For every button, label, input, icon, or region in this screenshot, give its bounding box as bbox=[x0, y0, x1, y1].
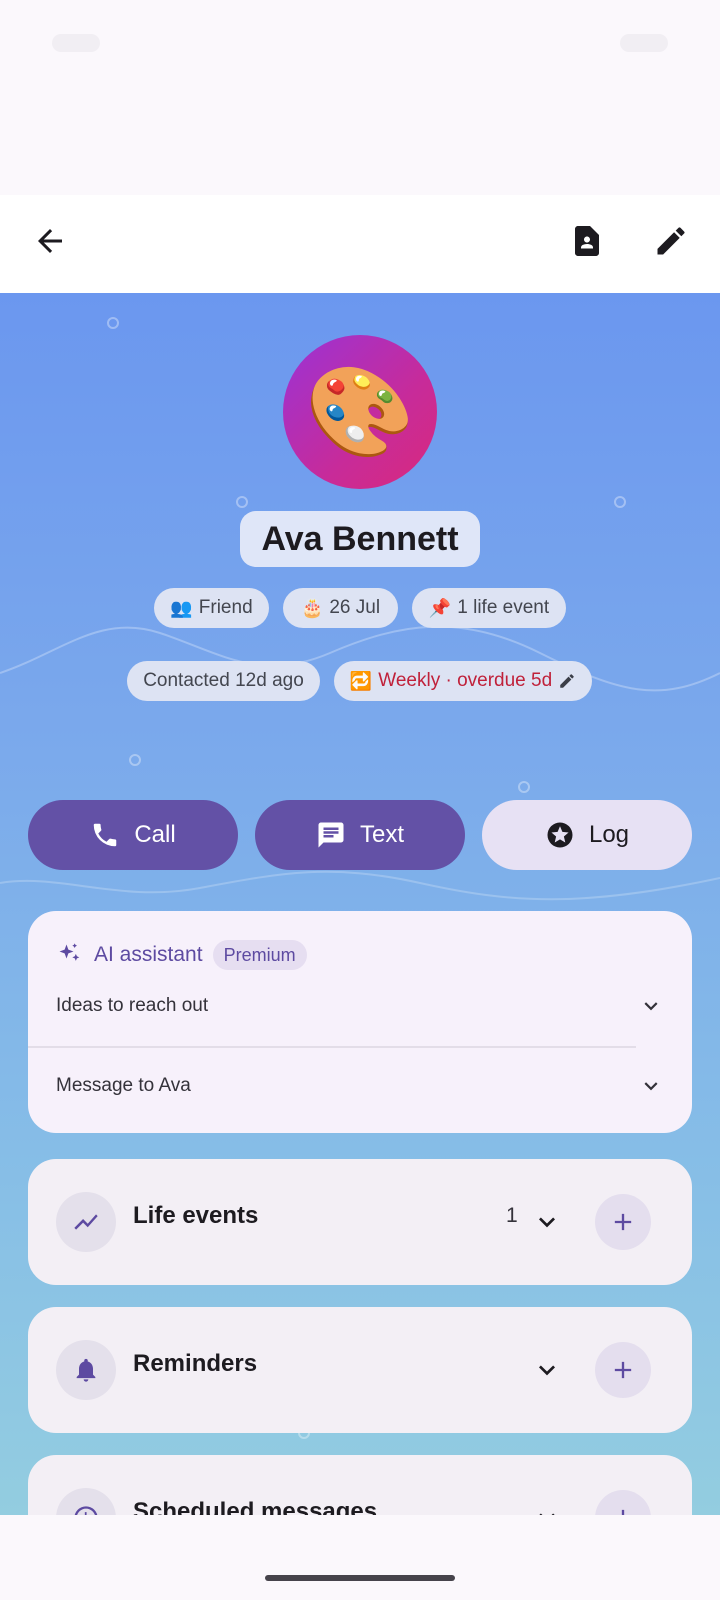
decor-dot bbox=[107, 317, 119, 329]
text-button[interactable]: Text bbox=[255, 800, 465, 870]
pushpin-icon: 📌 bbox=[428, 597, 452, 618]
gesture-handle[interactable] bbox=[265, 1575, 455, 1581]
arrow-back-icon bbox=[38, 229, 62, 253]
scheduled-messages-title: Scheduled messages bbox=[133, 1498, 378, 1515]
life-events-icon-badge bbox=[56, 1192, 116, 1252]
chevron-down-icon bbox=[539, 1365, 555, 1376]
tag-chip-life-events[interactable]: 📌 1 life event bbox=[412, 588, 566, 628]
log-button[interactable]: Log bbox=[482, 800, 692, 870]
scheduled-messages-card[interactable]: Scheduled messages bbox=[28, 1455, 692, 1515]
add-life-event-button[interactable] bbox=[595, 1194, 651, 1250]
palette-avatar-icon: 🎨 bbox=[305, 362, 415, 461]
tag-chip-relationship[interactable]: 👥 Friend bbox=[154, 588, 269, 628]
reminders-card[interactable]: Reminders bbox=[28, 1307, 692, 1433]
status-icons-placeholder bbox=[620, 34, 668, 52]
decor-dot bbox=[614, 496, 626, 508]
ai-assistant-card: AI assistant Premium Ideas to reach out … bbox=[28, 911, 692, 1133]
call-label: Call bbox=[134, 821, 176, 848]
tag-label: 26 Jul bbox=[329, 597, 381, 618]
premium-badge: Premium bbox=[212, 940, 307, 970]
ai-row-message[interactable]: Message to Ava bbox=[56, 1066, 664, 1106]
message-icon bbox=[318, 822, 344, 848]
phone-icon bbox=[94, 823, 117, 847]
call-button[interactable]: Call bbox=[28, 800, 238, 870]
reminders-expand[interactable] bbox=[528, 1351, 566, 1389]
life-events-count: 1 bbox=[506, 1204, 518, 1227]
trending-up-icon bbox=[74, 1214, 98, 1230]
edit-pencil-icon bbox=[657, 227, 685, 255]
ai-assistant-header: AI assistant Premium bbox=[56, 939, 307, 971]
plus-icon bbox=[614, 1213, 632, 1231]
life-events-expand[interactable] bbox=[528, 1203, 566, 1241]
cadence-label: Weekly · overdue 5d bbox=[378, 670, 553, 691]
avatar[interactable]: 🎨 bbox=[283, 335, 437, 489]
contact-card-icon bbox=[575, 226, 599, 256]
chevron-down-icon bbox=[539, 1217, 555, 1228]
reminders-title: Reminders bbox=[133, 1350, 258, 1377]
status-bar bbox=[0, 0, 720, 90]
decor-dot bbox=[518, 781, 530, 793]
tag-label: Friend bbox=[198, 597, 253, 618]
ai-row-label: Message to Ava bbox=[56, 1075, 191, 1096]
add-scheduled-message-button[interactable] bbox=[595, 1490, 651, 1515]
ai-row-ideas[interactable]: Ideas to reach out bbox=[56, 986, 664, 1026]
plus-icon bbox=[614, 1361, 632, 1379]
system-navigation-bar bbox=[0, 1515, 720, 1600]
top-app-bar bbox=[0, 195, 720, 295]
chevron-down-icon bbox=[644, 1082, 658, 1091]
scheduled-messages-expand[interactable] bbox=[528, 1499, 566, 1515]
edit-button[interactable] bbox=[643, 213, 699, 269]
repeat-icon: 🔁 bbox=[349, 670, 373, 691]
back-button[interactable] bbox=[22, 213, 78, 269]
status-time-placeholder bbox=[52, 34, 100, 52]
birthday-cake-icon: 🎂 bbox=[300, 597, 324, 618]
life-events-card[interactable]: Life events 1 bbox=[28, 1159, 692, 1285]
contact-name: Ava Bennett bbox=[240, 511, 480, 567]
sparkle-icon bbox=[59, 943, 80, 961]
people-icon: 👥 bbox=[170, 597, 193, 618]
last-contacted-chip: Contacted 12d ago bbox=[127, 661, 320, 701]
bell-icon bbox=[76, 1358, 96, 1382]
star-circle-icon bbox=[547, 822, 573, 848]
ai-assistant-title: AI assistant bbox=[94, 943, 203, 966]
plus-icon bbox=[621, 1509, 625, 1515]
tag-label: 1 life event bbox=[457, 597, 550, 618]
decor-dot bbox=[129, 754, 141, 766]
schedule-icon bbox=[74, 1506, 98, 1515]
edit-pencil-icon bbox=[558, 672, 576, 690]
ai-row-label: Ideas to reach out bbox=[56, 995, 209, 1016]
contact-hero: 🎨 Ava Bennett 👥 Friend 🎂 26 Jul 📌 1 life… bbox=[0, 293, 720, 1515]
life-events-title: Life events bbox=[133, 1202, 259, 1229]
log-label: Log bbox=[588, 821, 630, 848]
chevron-down-icon bbox=[644, 1002, 658, 1011]
ai-divider bbox=[28, 1046, 636, 1048]
chevron-down-icon bbox=[539, 1513, 555, 1515]
contact-card-button[interactable] bbox=[559, 213, 615, 269]
reminders-icon-badge bbox=[56, 1340, 116, 1400]
add-reminder-button[interactable] bbox=[595, 1342, 651, 1398]
tag-chip-birthday[interactable]: 🎂 26 Jul bbox=[283, 588, 398, 628]
decor-dot bbox=[236, 496, 248, 508]
scheduled-messages-icon-badge bbox=[56, 1488, 116, 1515]
cadence-chip[interactable]: 🔁 Weekly · overdue 5d bbox=[334, 661, 592, 701]
text-label: Text bbox=[359, 821, 404, 848]
